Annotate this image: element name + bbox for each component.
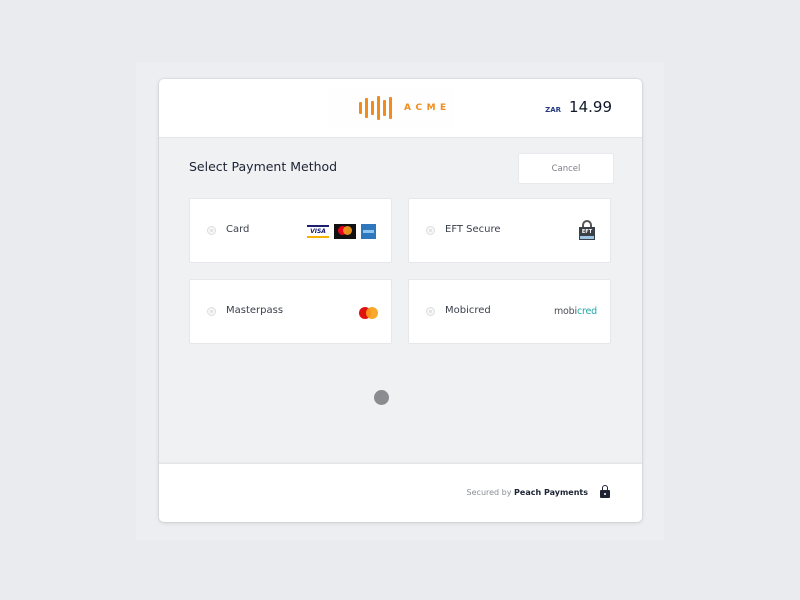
provider-name: Peach Payments	[514, 488, 588, 497]
eft-logo-text: EFT	[579, 227, 595, 240]
lock-icon	[600, 485, 610, 498]
merchant-logo: ACME	[327, 88, 454, 128]
option-label: EFT Secure	[445, 224, 501, 235]
payment-modal: ACME ZAR 14.99 Select Payment Method Can…	[159, 79, 642, 522]
modal-header: ACME ZAR 14.99	[159, 79, 642, 138]
payment-option-eft-secure[interactable]: EFT Secure EFT	[408, 198, 611, 263]
amex-icon	[361, 224, 376, 239]
option-label: Mobicred	[445, 305, 491, 316]
order-amount: ZAR 14.99	[545, 98, 612, 116]
page-title: Select Payment Method	[189, 159, 338, 174]
currency-code: ZAR	[545, 106, 562, 114]
option-label: Masterpass	[226, 305, 284, 316]
masterpass-icon	[359, 307, 379, 319]
option-label: Card	[226, 224, 250, 235]
soundwave-logo-icon	[359, 96, 392, 120]
payment-option-masterpass[interactable]: Masterpass	[189, 279, 392, 344]
amount-value: 14.99	[569, 98, 612, 116]
loading-spinner	[374, 390, 389, 405]
secured-by-text: Secured by Peach Payments	[466, 488, 588, 497]
card-brand-logos: VISA	[307, 224, 376, 239]
eft-secure-lock-icon: EFT	[579, 220, 595, 240]
payment-option-mobicred[interactable]: Mobicred mobi cred	[408, 279, 611, 344]
radio-button[interactable]	[207, 307, 216, 316]
mobicred-logo: mobi cred	[554, 306, 597, 317]
radio-button[interactable]	[426, 226, 435, 235]
modal-footer: Secured by Peach Payments	[159, 463, 642, 522]
merchant-name: ACME	[404, 103, 451, 113]
cancel-button[interactable]: Cancel	[518, 153, 614, 184]
visa-icon: VISA	[307, 225, 329, 238]
radio-button[interactable]	[207, 226, 216, 235]
radio-button[interactable]	[426, 307, 435, 316]
mastercard-icon	[334, 224, 356, 239]
payment-option-card[interactable]: Card VISA	[189, 198, 392, 263]
